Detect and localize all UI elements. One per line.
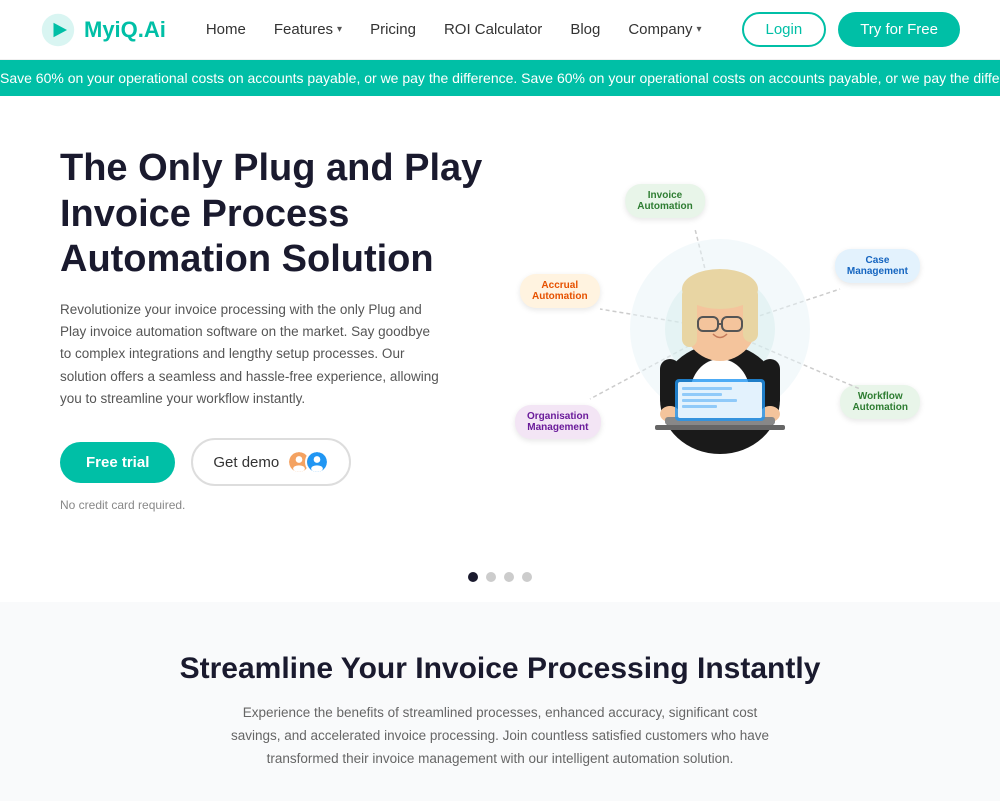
nav-links: Home Features ▾ Pricing ROI Calculator B… [206, 21, 702, 39]
hero-right: InvoiceAutomation AccrualAutomation Case… [500, 169, 940, 489]
nav-actions: Login Try for Free [742, 12, 961, 47]
logo[interactable]: MyiQ.Ai [40, 12, 166, 48]
nav-item-pricing[interactable]: Pricing [370, 21, 416, 39]
bubble-accrual: AccrualAutomation [520, 274, 600, 308]
slider-dots [0, 542, 1000, 602]
bubble-case: CaseManagement [835, 249, 920, 283]
features-chevron-icon: ▾ [337, 24, 342, 35]
dot-3[interactable] [504, 572, 514, 582]
bubble-workflow: WorkflowAutomation [840, 385, 920, 419]
nav-item-roi[interactable]: ROI Calculator [444, 21, 542, 39]
nav-item-blog[interactable]: Blog [570, 21, 600, 39]
company-chevron-icon: ▾ [697, 24, 702, 35]
try-free-button[interactable]: Try for Free [838, 12, 960, 47]
get-demo-label: Get demo [213, 454, 279, 471]
hero-section: The Only Plug and Play Invoice Process A… [0, 96, 1000, 542]
login-button[interactable]: Login [742, 12, 827, 47]
nav-item-company[interactable]: Company ▾ [628, 21, 701, 38]
person-illustration [610, 199, 830, 459]
no-credit-text: No credit card required. [60, 498, 500, 512]
bottom-section: Streamline Your Invoice Processing Insta… [0, 602, 1000, 801]
nav-item-home[interactable]: Home [206, 21, 246, 39]
avatar-2 [305, 450, 329, 474]
logo-icon [40, 12, 76, 48]
bottom-description: Experience the benefits of streamlined p… [220, 702, 780, 771]
demo-avatars [287, 450, 329, 474]
bottom-title: Streamline Your Invoice Processing Insta… [40, 652, 960, 686]
get-demo-button[interactable]: Get demo [191, 438, 351, 486]
nav-item-features[interactable]: Features ▾ [274, 21, 342, 38]
hero-actions: Free trial Get demo [60, 438, 500, 486]
hero-left: The Only Plug and Play Invoice Process A… [60, 146, 500, 512]
bubble-org: OrganisationManagement [515, 405, 601, 439]
dot-4[interactable] [522, 572, 532, 582]
dot-2[interactable] [486, 572, 496, 582]
hero-title: The Only Plug and Play Invoice Process A… [60, 146, 500, 283]
ticker-banner: Save 60% on your operational costs on ac… [0, 60, 1000, 96]
ticker-text: Save 60% on your operational costs on ac… [0, 70, 1000, 86]
logo-text: MyiQ.Ai [84, 17, 166, 43]
hero-description: Revolutionize your invoice processing wi… [60, 299, 440, 410]
dot-1[interactable] [468, 572, 478, 582]
free-trial-button[interactable]: Free trial [60, 442, 175, 483]
navbar: MyiQ.Ai Home Features ▾ Pricing ROI Calc… [0, 0, 1000, 60]
